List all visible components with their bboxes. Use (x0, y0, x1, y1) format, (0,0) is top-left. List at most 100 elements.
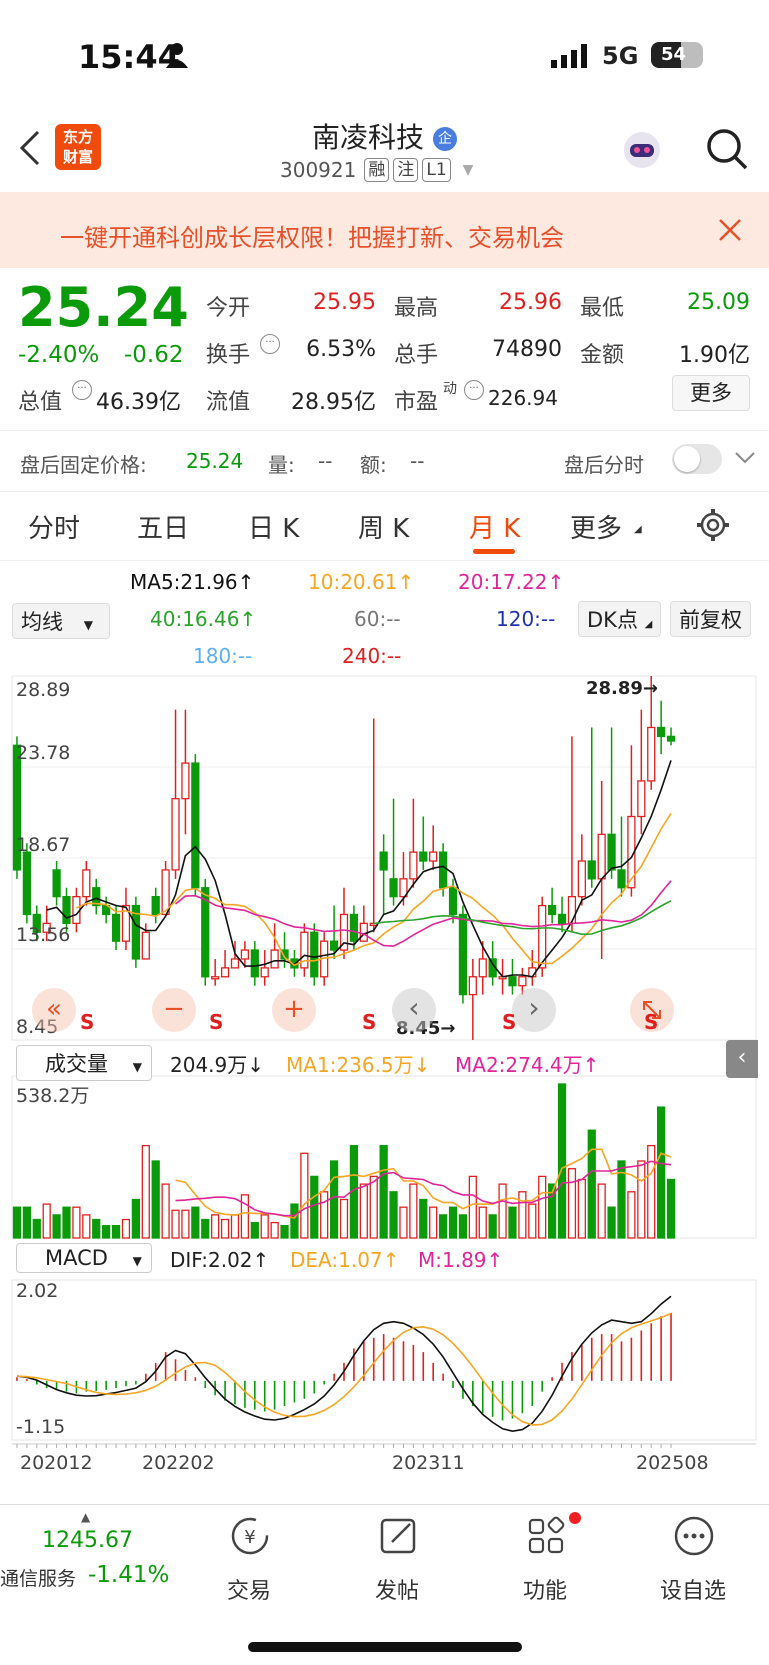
trade-icon[interactable]: ¥ (228, 1514, 272, 1562)
post-icon[interactable] (376, 1514, 420, 1562)
ah-timeshare-toggle[interactable] (672, 444, 722, 474)
sell-signal: S (209, 1010, 224, 1034)
functions-icon[interactable] (524, 1514, 568, 1562)
macd-select[interactable]: MACD ▼ (16, 1243, 152, 1273)
sell-signal: S (644, 1010, 659, 1034)
candle-up (220, 967, 230, 978)
volume-bar-up (597, 1183, 606, 1239)
info-dots-icon[interactable]: ··· (464, 380, 484, 400)
zoom-out-button[interactable]: − (152, 988, 196, 1032)
tab-monthly-k[interactable]: 月 K (469, 508, 520, 545)
x-label-1: 202012 (20, 1452, 93, 1474)
adjust-button[interactable]: 前复权 (670, 601, 751, 637)
ah-timeshare-label: 盘后分时 (564, 453, 644, 477)
candle-down (419, 851, 428, 862)
collapse-panel-button[interactable]: ‹ (726, 1040, 758, 1078)
info-dots-icon[interactable]: ··· (260, 334, 280, 354)
volume-bar-down (438, 1214, 448, 1239)
volume-bar-up (211, 1214, 220, 1239)
volume-value: 204.9万↓ (170, 1053, 265, 1077)
volume-bar-up (181, 1209, 190, 1239)
ma-select[interactable]: 均线 ▼ (12, 603, 110, 639)
more-dots-icon[interactable] (672, 1514, 716, 1562)
tab-daily-k[interactable]: 日 K (248, 508, 299, 545)
tab-five-day[interactable]: 五日 (137, 508, 189, 545)
volume-ma1: MA1:236.5万↓ (286, 1053, 431, 1077)
volume-bar-up (230, 1214, 240, 1239)
volume-bar-down (666, 1178, 676, 1239)
chevron-down-icon[interactable] (734, 450, 756, 470)
tab-timeshare[interactable]: 分时 (28, 508, 80, 545)
scroll-right-button[interactable]: › (512, 988, 556, 1032)
k-y-label-2: 23.78 (16, 742, 71, 764)
change-amount: -0.62 (124, 342, 184, 368)
volume-bar-up (82, 1214, 91, 1239)
volume-bar-down (12, 1206, 22, 1239)
robot-assistant-icon[interactable] (620, 128, 664, 176)
tab-weekly-k[interactable]: 周 K (358, 508, 409, 545)
volume-bar-down (607, 1206, 616, 1239)
expand-up-icon[interactable]: ▲ (81, 1510, 90, 1524)
tag-level: L1 (422, 158, 451, 182)
pe-label: 市盈 (394, 390, 439, 415)
stock-code-row[interactable]: 300921 融 注 L1 ▼ (280, 158, 473, 182)
zoom-in-button[interactable]: + (272, 988, 316, 1032)
close-icon[interactable] (718, 218, 742, 246)
battery-level: 54 (661, 44, 687, 65)
volume-bar-up (468, 1175, 477, 1239)
stock-code: 300921 (280, 158, 357, 182)
volume-bar-up (220, 1218, 230, 1239)
add-watchlist-label[interactable]: 设自选 (643, 1573, 743, 1605)
trade-label[interactable]: 交易 (199, 1573, 299, 1605)
candle-up (637, 780, 646, 818)
candle-down (22, 851, 31, 916)
volume-y-max: 538.2万 (16, 1085, 90, 1107)
more-button[interactable]: 更多 (672, 375, 750, 411)
max-price-marker: 28.89→ (586, 678, 659, 699)
volume-value: 74890 (492, 337, 562, 362)
ah-amount-label: 额: (360, 453, 387, 477)
info-dots-icon[interactable]: ··· (72, 380, 92, 400)
kline-chart[interactable] (0, 672, 769, 1492)
volume-select[interactable]: 成交量 ▼ (16, 1045, 152, 1081)
candle-down (587, 860, 596, 880)
candle-down (607, 833, 616, 871)
scroll-left-button[interactable]: ‹ (392, 988, 436, 1032)
volume-bar-down (191, 1206, 200, 1239)
candle-up (409, 851, 418, 880)
float-label: 流值 (206, 390, 251, 415)
candle-down (250, 949, 259, 978)
volume-bar-up (260, 1214, 269, 1239)
last-price: 25.24 (18, 276, 189, 339)
x-label-2: 202202 (142, 1452, 215, 1474)
enterprise-badge: 企 (432, 127, 457, 151)
functions-label[interactable]: 功能 (495, 1573, 595, 1605)
volume-bar-down (151, 1160, 160, 1239)
fixed-price-label: 盘后固定价格: (20, 453, 147, 477)
macd-m: M:1.89↑ (418, 1248, 504, 1272)
ma20-value: 20:17.22↑ (458, 570, 565, 594)
candle-up (171, 798, 180, 871)
scroll-left-fast-button[interactable]: « (32, 988, 76, 1032)
index-value[interactable]: 1245.67 (42, 1528, 133, 1553)
promo-banner-text: 一键开通科创成长层权限！把握打新、交易机会 (60, 224, 564, 252)
person-icon (166, 42, 188, 72)
tab-more[interactable]: 更多 (570, 508, 622, 545)
sell-signal: S (362, 1010, 377, 1034)
post-label[interactable]: 发帖 (347, 1573, 447, 1605)
signal-icon (551, 44, 589, 72)
candle-down (448, 887, 458, 916)
ma240-value: 240:-- (342, 644, 402, 668)
caret-down-icon: ▼ (132, 1254, 142, 1268)
search-icon[interactable] (704, 126, 750, 176)
tab-more-caret-icon: ◢ (634, 524, 642, 535)
volume-bar-down (329, 1160, 339, 1239)
volume-bar-down (250, 1221, 259, 1239)
settings-gear-icon[interactable] (696, 508, 730, 546)
dk-point-button[interactable]: DK点 ◢ (578, 601, 662, 637)
fixed-price-value: 25.24 (186, 449, 244, 473)
volume-bar-up (567, 1168, 577, 1239)
svg-text:¥: ¥ (244, 1527, 255, 1548)
tag-registered: 注 (393, 158, 419, 182)
caret-down-icon: ▼ (132, 1060, 142, 1074)
